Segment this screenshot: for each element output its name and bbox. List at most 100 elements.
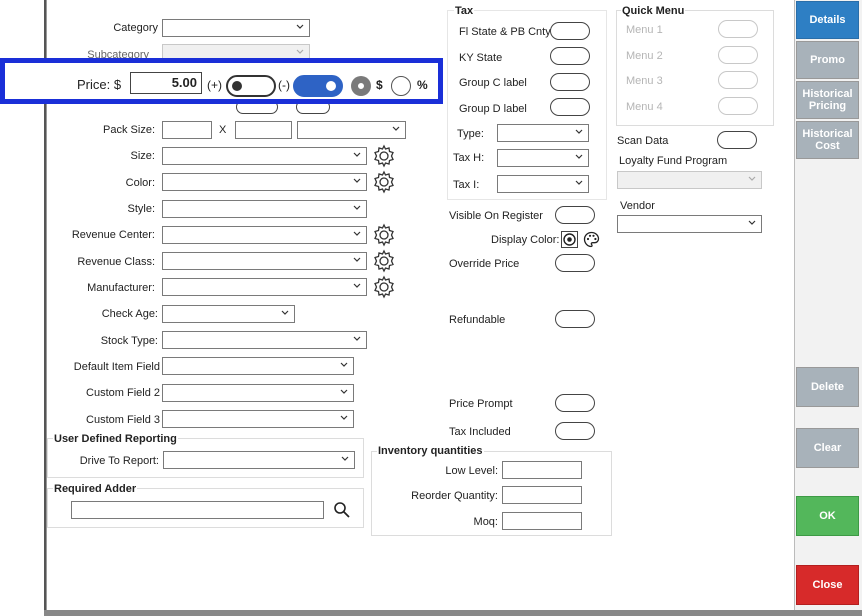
chevron-down-icon xyxy=(748,220,756,225)
revenue-class-select[interactable] xyxy=(162,252,367,270)
moq-label: Moq: xyxy=(473,516,498,528)
color-label: Color: xyxy=(125,177,155,189)
revenue-center-gear-icon[interactable] xyxy=(372,223,396,247)
quick-menu-toggle-1[interactable] xyxy=(718,20,758,38)
pack-size-qty-input[interactable] xyxy=(162,121,212,139)
price-prompt-label: Price Prompt xyxy=(449,398,513,410)
pack-size-unit-input[interactable] xyxy=(235,121,292,139)
loyalty-fund-select[interactable] xyxy=(617,171,762,189)
size-select[interactable] xyxy=(162,147,367,165)
quick-menu-toggle-3[interactable] xyxy=(718,71,758,89)
style-select[interactable] xyxy=(162,200,367,218)
price-highlight-box: Price: $ 5.00 (+) (-) $ % xyxy=(0,58,443,104)
manufacturer-select[interactable] xyxy=(162,278,367,296)
tax-included-toggle[interactable] xyxy=(555,422,595,440)
details-button[interactable]: Details xyxy=(796,1,859,39)
tax-fl-toggle[interactable] xyxy=(550,22,590,40)
drive-to-report-select[interactable] xyxy=(163,451,355,469)
chevron-down-icon xyxy=(353,336,361,341)
display-color-label: Display Color: xyxy=(491,234,560,246)
pack-x-label: X xyxy=(219,124,227,136)
visible-on-register-toggle[interactable] xyxy=(555,206,595,224)
tax-fl-label: Fl State & PB Cnty xyxy=(459,26,551,38)
chevron-down-icon xyxy=(296,49,304,54)
radio-dot xyxy=(356,81,366,91)
dollar-radio[interactable] xyxy=(351,76,371,96)
search-icon[interactable] xyxy=(333,501,351,519)
chevron-down-icon xyxy=(340,362,348,367)
palette-icon[interactable] xyxy=(583,231,600,248)
default-item-field-select[interactable] xyxy=(162,357,354,375)
clear-button[interactable]: Clear xyxy=(796,428,859,468)
revenue-center-select[interactable] xyxy=(162,226,367,244)
markup-minus-label: (-) xyxy=(278,78,290,92)
revenue-class-gear-icon[interactable] xyxy=(372,249,396,273)
required-adder-input[interactable] xyxy=(71,501,324,519)
tax-group-c-toggle[interactable] xyxy=(550,73,590,91)
ok-button[interactable]: OK xyxy=(796,496,859,536)
stock-type-select[interactable] xyxy=(162,331,367,349)
tax-group-c-label: Group C label xyxy=(459,77,527,89)
low-level-input[interactable] xyxy=(502,461,582,479)
price-prompt-toggle[interactable] xyxy=(555,394,595,412)
color-select[interactable] xyxy=(162,173,367,191)
pack-size-select[interactable] xyxy=(297,121,406,139)
price-label: Price: $ xyxy=(77,77,122,92)
tax-i-label: Tax I: xyxy=(453,179,480,191)
tax-group-d-label: Group D label xyxy=(459,103,527,115)
size-gear-icon[interactable] xyxy=(372,144,396,168)
quick-menu-toggle-2[interactable] xyxy=(718,46,758,64)
markup-minus-toggle[interactable] xyxy=(293,75,343,97)
tax-ky-toggle[interactable] xyxy=(550,47,590,65)
color-gear-icon[interactable] xyxy=(372,170,396,194)
tax-group-d-toggle[interactable] xyxy=(550,98,590,116)
promo-button[interactable]: Promo xyxy=(796,41,859,79)
tax-type-select[interactable] xyxy=(497,124,589,142)
scan-data-toggle[interactable] xyxy=(717,131,757,149)
tax-h-label: Tax H: xyxy=(453,152,485,164)
visible-on-register-label: Visible On Register xyxy=(449,210,543,222)
check-age-select[interactable] xyxy=(162,305,295,323)
tax-included-label: Tax Included xyxy=(449,426,511,438)
moq-input[interactable] xyxy=(502,512,582,530)
override-price-label: Override Price xyxy=(449,258,520,270)
custom-field-2-label: Custom Field 2 xyxy=(86,387,160,399)
chevron-down-icon xyxy=(575,129,583,134)
vendor-select[interactable] xyxy=(617,215,762,233)
quick-menu-item-1: Menu 1 xyxy=(626,24,663,36)
color-target-icon[interactable] xyxy=(561,231,578,248)
vendor-label: Vendor xyxy=(620,200,655,212)
manufacturer-label: Manufacturer: xyxy=(87,282,155,294)
delete-button[interactable]: Delete xyxy=(796,367,859,407)
historical-cost-button[interactable]: Historical Cost xyxy=(796,121,859,159)
close-button[interactable]: Close xyxy=(796,565,859,605)
quick-menu-item-2: Menu 2 xyxy=(626,50,663,62)
markup-plus-toggle[interactable] xyxy=(226,75,276,97)
refundable-toggle[interactable] xyxy=(555,310,595,328)
tax-title: Tax xyxy=(454,5,475,17)
custom-field-2-select[interactable] xyxy=(162,384,354,402)
historical-pricing-button[interactable]: Historical Pricing xyxy=(796,81,859,119)
toggle-knob xyxy=(232,81,242,91)
chevron-down-icon xyxy=(340,415,348,420)
percent-radio[interactable] xyxy=(391,76,411,96)
category-label: Category xyxy=(113,22,158,34)
quick-menu-toggle-4[interactable] xyxy=(718,97,758,115)
tax-i-select[interactable] xyxy=(497,175,589,193)
price-input[interactable]: 5.00 xyxy=(130,72,202,94)
size-label: Size: xyxy=(130,150,155,162)
pack-size-label: Pack Size: xyxy=(103,124,155,136)
chevron-down-icon xyxy=(748,176,756,181)
custom-field-3-select[interactable] xyxy=(162,410,354,428)
reorder-quantity-label: Reorder Quantity: xyxy=(411,490,498,502)
required-adder-title: Required Adder xyxy=(53,483,138,495)
override-price-toggle[interactable] xyxy=(555,254,595,272)
chevron-down-icon xyxy=(281,310,289,315)
inventory-title: Inventory quantities xyxy=(377,445,484,457)
chevron-down-icon xyxy=(353,178,361,183)
reorder-quantity-input[interactable] xyxy=(502,486,582,504)
manufacturer-gear-icon[interactable] xyxy=(372,275,396,299)
custom-field-3-label: Custom Field 3 xyxy=(86,414,160,426)
category-select[interactable] xyxy=(162,19,310,37)
tax-h-select[interactable] xyxy=(497,149,589,167)
